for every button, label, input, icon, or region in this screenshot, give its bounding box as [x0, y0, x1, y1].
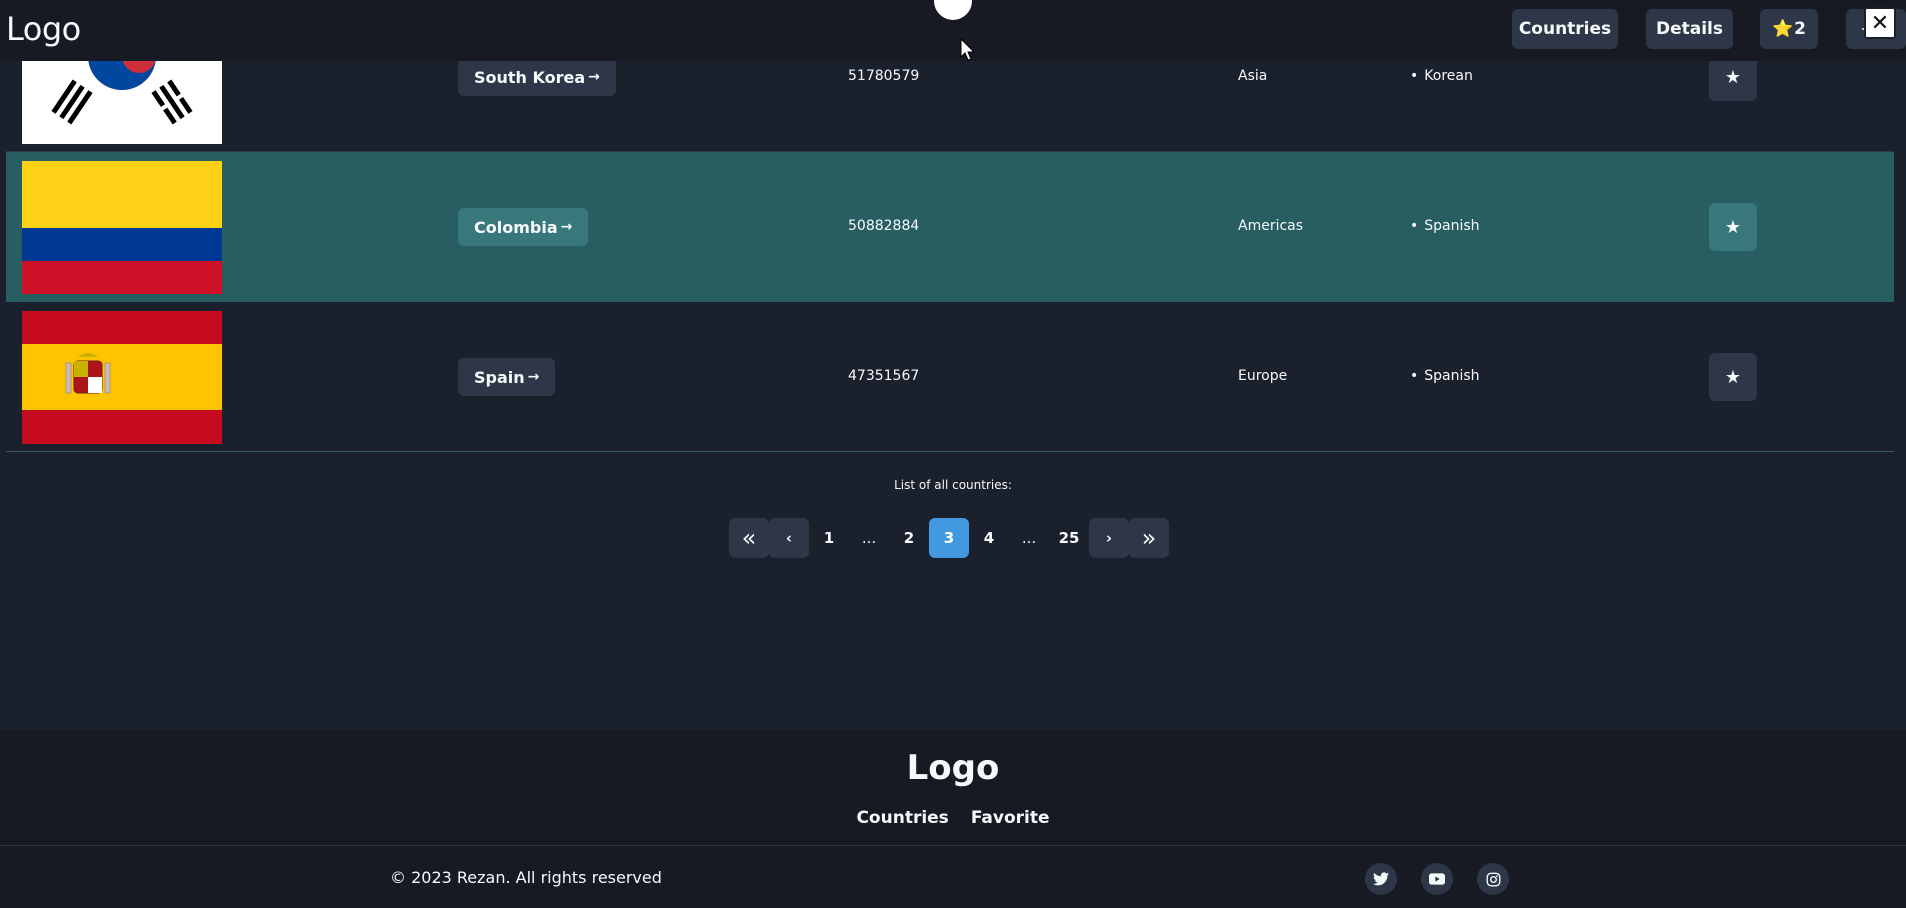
twitter-icon	[1373, 872, 1389, 886]
header-logo[interactable]: Logo	[6, 10, 81, 48]
country-link-button[interactable]: Spain →	[458, 358, 556, 396]
arrow-right-icon: →	[527, 369, 540, 385]
star-icon: ★	[1724, 66, 1742, 88]
population-value: 50882884	[848, 218, 920, 234]
language-item: • Spanish	[1410, 368, 1480, 384]
language-item: • Korean	[1410, 68, 1473, 84]
page-ellipsis: ...	[1021, 529, 1037, 547]
table-row: Colombia → 50882884 Americas • Spanish ★	[6, 152, 1894, 302]
first-page-button[interactable]: «	[729, 518, 769, 558]
language-value: Spanish	[1424, 218, 1480, 234]
footer-link-countries[interactable]: Countries	[856, 808, 948, 828]
youtube-button[interactable]	[1421, 863, 1453, 895]
bullet-icon: •	[1410, 68, 1419, 84]
country-name: South Korea	[474, 67, 586, 87]
nav-details-button[interactable]: Details	[1646, 9, 1733, 49]
language-item: • Spanish	[1410, 218, 1480, 234]
spain-flag-icon	[22, 311, 222, 444]
country-link-button[interactable]: South Korea →	[458, 58, 616, 96]
language-value: Spanish	[1424, 368, 1480, 384]
favorite-star-button[interactable]: ★	[1709, 203, 1757, 251]
page-button-current[interactable]: 3	[929, 518, 969, 558]
region-value: Asia	[1238, 68, 1268, 84]
double-chevron-left-icon: «	[741, 524, 757, 552]
star-icon: ⭐	[1771, 19, 1794, 39]
star-icon: ★	[1724, 366, 1742, 388]
favorites-count: 2	[1794, 19, 1806, 39]
country-name: Colombia	[474, 217, 558, 237]
footer-links: Countries Favorite	[0, 808, 1906, 828]
table-caption: List of all countries:	[894, 478, 1012, 492]
double-chevron-right-icon: »	[1141, 524, 1157, 552]
bullet-icon: •	[1410, 218, 1419, 234]
population-value: 51780579	[848, 68, 920, 84]
mouse-cursor-icon	[960, 38, 976, 61]
pagination: « ‹ 1 ... 2 3 4 ... 25 › »	[729, 518, 1169, 558]
page-button[interactable]: 4	[969, 518, 1009, 558]
language-value: Korean	[1424, 68, 1473, 84]
last-page-button[interactable]: »	[1129, 518, 1169, 558]
region-value: Europe	[1238, 368, 1288, 384]
favorite-star-button[interactable]: ★	[1709, 353, 1757, 401]
twitter-button[interactable]	[1365, 863, 1397, 895]
instagram-button[interactable]	[1477, 863, 1509, 895]
nav-favorites-button[interactable]: ⭐ 2	[1760, 9, 1818, 49]
footer-logo[interactable]: Logo	[0, 748, 1906, 788]
page-button[interactable]: 2	[889, 518, 929, 558]
chevron-left-icon: ‹	[785, 529, 793, 547]
bullet-icon: •	[1410, 368, 1419, 384]
footer-divider	[0, 845, 1906, 846]
chevron-right-icon: ›	[1105, 529, 1113, 547]
instagram-icon	[1486, 872, 1500, 886]
copyright-text: © 2023 Rezan. All rights reserved	[390, 868, 662, 887]
star-icon: ★	[1724, 216, 1742, 238]
page-button[interactable]: 1	[809, 518, 849, 558]
next-page-button[interactable]: ›	[1089, 518, 1129, 558]
arrow-right-icon: →	[560, 219, 573, 235]
page-button[interactable]: 25	[1049, 518, 1089, 558]
colombia-flag-icon	[22, 161, 222, 294]
youtube-icon	[1429, 873, 1445, 885]
arrow-right-icon: →	[588, 69, 600, 85]
page-ellipsis: ...	[861, 529, 877, 547]
nav-countries-button[interactable]: Countries	[1512, 9, 1618, 49]
region-value: Americas	[1238, 218, 1304, 234]
close-button[interactable]: ✕	[1864, 7, 1896, 39]
population-value: 47351567	[848, 368, 920, 384]
footer: Logo Countries Favorite © 2023 Rezan. All…	[0, 730, 1906, 908]
footer-link-favorite[interactable]: Favorite	[971, 808, 1050, 828]
prev-page-button[interactable]: ‹	[769, 518, 809, 558]
country-link-button[interactable]: Colombia →	[458, 208, 589, 246]
country-name: Spain	[474, 367, 525, 387]
table-row: Spain → 47351567 Europe • Spanish ★	[6, 302, 1894, 452]
